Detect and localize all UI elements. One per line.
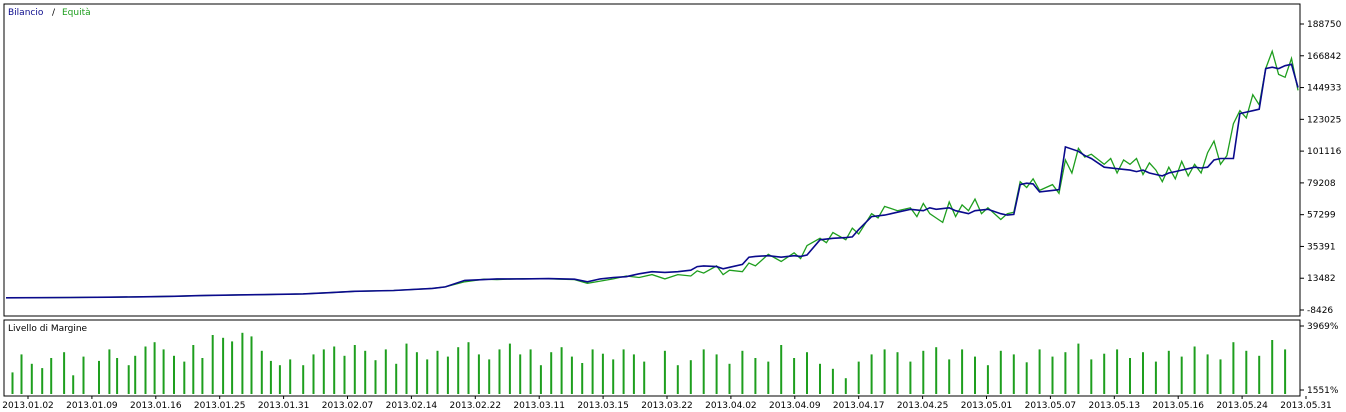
- x-tick-label: 2013.01.25: [194, 401, 246, 411]
- x-tick-label: 2013.05.31: [1280, 401, 1332, 411]
- x-tick-label: 2013.02.14: [386, 401, 438, 411]
- x-tick-label: 2013.04.09: [769, 401, 821, 411]
- x-tick-label: 2013.03.15: [577, 401, 629, 411]
- legend-equity: Equità: [62, 8, 91, 18]
- x-tick-label: 2013.05.24: [1216, 401, 1268, 411]
- x-tick-label: 2013.02.22: [450, 401, 502, 411]
- y-tick-label: 188750: [1307, 20, 1342, 30]
- y-tick-label: 101116: [1307, 147, 1342, 157]
- x-tick-label: 2013.02.07: [322, 401, 374, 411]
- y-tick-label: 57299: [1307, 211, 1336, 221]
- margin-y-tick-label: 1551%: [1307, 386, 1339, 396]
- margin-y-axis-labels: 3969% 1551%: [1300, 322, 1339, 396]
- margin-title: Livello di Margine: [8, 324, 88, 334]
- x-tick-label: 2013.01.16: [130, 401, 182, 411]
- x-tick-label: 2013.05.07: [1025, 401, 1077, 411]
- x-tick-label: 2013.05.13: [1089, 401, 1141, 411]
- strategy-tester-graph: Bilancio / Equità Livello di Margine 188…: [0, 0, 1346, 412]
- x-tick-label: 2013.05.16: [1152, 401, 1204, 411]
- x-tick-label: 2013.04.17: [833, 401, 885, 411]
- x-tick-label: 2013.01.09: [66, 401, 118, 411]
- margin-plot-frame: [3, 319, 1301, 397]
- y-tick-label: -8426: [1307, 306, 1333, 316]
- chart-canvas: Bilancio / Equità Livello di Margine 188…: [2, 3, 1342, 411]
- x-tick-label: 2013.03.22: [641, 401, 693, 411]
- x-tick-label: 2013.05.01: [961, 401, 1013, 411]
- y-tick-label: 13482: [1307, 274, 1336, 284]
- x-axis-labels: 2013.01.02 2013.01.09 2013.01.16 2013.01.25…: [2, 396, 1332, 411]
- main-plot-frame: [3, 3, 1301, 317]
- y-axis-labels: 188750 166842 144933 123025 101116 79208 57299…: [1300, 20, 1342, 316]
- x-tick-label: 2013.04.02: [705, 401, 757, 411]
- y-tick-label: 144933: [1307, 84, 1341, 94]
- legend-balance: Bilancio: [8, 8, 44, 18]
- y-tick-label: 123025: [1307, 115, 1341, 125]
- y-tick-label: 79208: [1307, 179, 1336, 189]
- x-tick-label: 2013.03.11: [513, 401, 565, 411]
- x-tick-label: 2013.01.31: [258, 401, 310, 411]
- margin-y-tick-label: 3969%: [1307, 322, 1339, 332]
- y-tick-label: 166842: [1307, 52, 1341, 62]
- y-tick-label: 35391: [1307, 242, 1336, 252]
- x-tick-label: 2013.01.02: [2, 401, 54, 411]
- x-tick-label: 2013.04.25: [897, 401, 949, 411]
